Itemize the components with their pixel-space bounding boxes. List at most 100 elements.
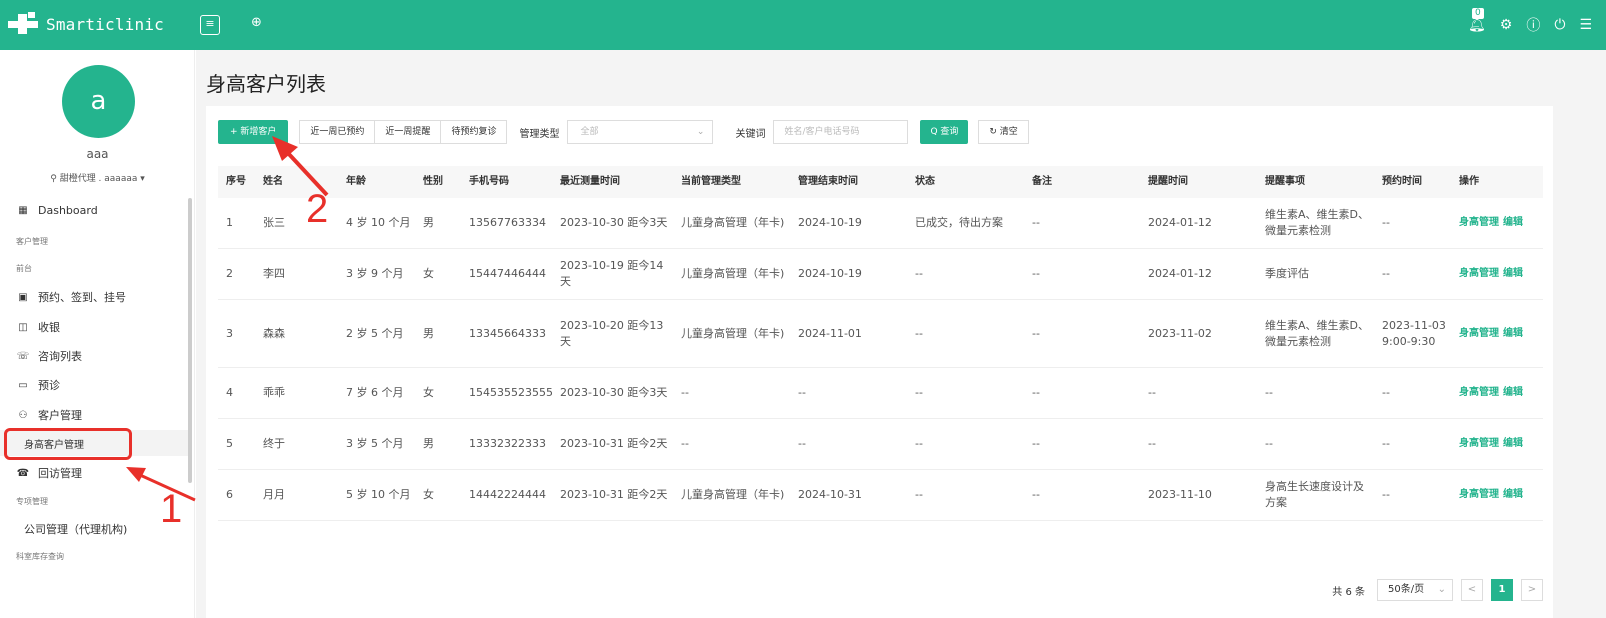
table-cell: 4 (226, 386, 233, 399)
column-header: 操作 (1459, 176, 1479, 187)
edit-link[interactable]: 编辑 (1503, 215, 1523, 231)
help-icon[interactable]: ⓘ (1526, 15, 1540, 35)
table-cell: -- (1382, 216, 1390, 229)
menu-toggle-icon[interactable]: ≡ (200, 15, 220, 35)
table-cell: 终于 (263, 437, 285, 450)
table-cell: 1 (226, 216, 233, 229)
table-cell: 2024-10-31 (798, 488, 862, 501)
table-cell: -- (681, 437, 689, 450)
gear-icon[interactable]: ⚙ (1500, 17, 1513, 33)
sidebar-item-appointment[interactable]: ▣ 预约、签到、挂号 (16, 289, 126, 305)
table-cell: 2 岁 5 个月 (346, 326, 404, 340)
height-manage-link[interactable]: 身高管理 (1459, 266, 1499, 282)
filter-week-booked[interactable]: 近一周已预约 (299, 120, 376, 144)
table-cell: 14442224444 (469, 488, 546, 501)
table-cell: -- (1032, 326, 1040, 340)
table-cell: 儿童身高管理（年卡) (681, 488, 785, 501)
app-name: Smarticlinic (46, 14, 164, 34)
page-title: 身高客户列表 (206, 72, 326, 96)
table-row: 4 乖乖 7 岁 6 个月女 154535523555 2023-10-30 距今3天 -… (218, 368, 1543, 419)
table-cell: -- (1032, 386, 1040, 399)
height-manage-link[interactable]: 身高管理 (1459, 326, 1499, 342)
sidebar-item-customers[interactable]: ⚇ 客户管理 (16, 407, 82, 423)
table-cell: -- (798, 437, 806, 450)
column-header: 预约时间 (1382, 176, 1422, 187)
table-cell: 6 (226, 488, 233, 501)
table-cell: 15447446444 (469, 267, 546, 280)
table-cell: 已成交，待出方案 (915, 216, 1003, 229)
filter-pending-revisit[interactable]: 待预约复诊 (440, 120, 508, 144)
table-row: 6 月月 5 岁 10 个月女 14442224444 2023-10-31 距今2天儿… (218, 470, 1543, 521)
height-manage-link[interactable]: 身高管理 (1459, 487, 1499, 503)
keyword-input[interactable]: 姓名/客户电话号码 (773, 120, 909, 144)
list-icon[interactable]: ☰ (1579, 17, 1592, 33)
table-cell: 13567763334 (469, 216, 546, 229)
edit-link[interactable]: 编辑 (1503, 266, 1523, 282)
sidebar-item-cashier[interactable]: ◫ 收银 (16, 319, 60, 335)
search-button[interactable]: Q 查询 (920, 120, 969, 144)
height-manage-link[interactable]: 身高管理 (1459, 385, 1499, 401)
edit-link[interactable]: 编辑 (1503, 385, 1523, 401)
table-cell: 男 (423, 326, 434, 340)
grid-icon: ▦ (18, 205, 28, 216)
total-count: 共 6 条 (1332, 586, 1365, 598)
add-customer-button[interactable]: + 新增客户 (218, 120, 289, 144)
filter-week-reminder[interactable]: 近一周提醒 (374, 120, 442, 144)
sidebar-item-company[interactable]: 公司管理（代理机构) (24, 521, 127, 537)
height-manage-link[interactable]: 身高管理 (1459, 436, 1499, 452)
edit-link[interactable]: 编辑 (1503, 326, 1523, 342)
table-cell: -- (798, 386, 806, 399)
next-page-button[interactable]: > (1521, 579, 1543, 601)
sidebar-item-prediagnosis[interactable]: ▭ 预诊 (16, 377, 60, 393)
table-cell: 2023-11-03 9:00-9:30 (1382, 318, 1446, 348)
caret-down-icon: ▾ (140, 174, 145, 184)
content-card: + 新增客户 近一周已预约 近一周提醒 待预约复诊 管理类型 全部 ⌄ 关键词 … (206, 106, 1553, 618)
page-size-select[interactable]: 50条/页 ⌄ (1377, 579, 1453, 601)
prev-page-button[interactable]: < (1461, 579, 1483, 601)
mgmt-type-select[interactable]: 全部 ⌄ (567, 120, 714, 144)
clear-button[interactable]: ↻ 清空 (978, 120, 1029, 144)
avatar[interactable]: a (62, 65, 135, 138)
logo[interactable]: Smarticlinic (8, 12, 164, 36)
table-cell: -- (1382, 267, 1390, 280)
table-cell: 2023-10-31 距今2天 (560, 488, 668, 501)
toolbar: + 新增客户 近一周已预约 近一周提醒 待预约复诊 管理类型 全部 ⌄ 关键词 … (218, 120, 1029, 144)
table-cell: 5 (226, 437, 233, 450)
cash-icon: ◫ (18, 321, 28, 333)
table-cell: -- (915, 326, 923, 340)
user-name: aaa (86, 147, 109, 161)
pin-icon: ⚲ (50, 174, 57, 184)
sidebar-section-special: 专项管理 (16, 497, 48, 506)
table-cell: 男 (423, 437, 434, 450)
annotation-step-2: 2 (306, 187, 329, 231)
table-cell: -- (915, 267, 923, 280)
table-cell: 7 岁 6 个月 (346, 386, 404, 399)
target-icon[interactable]: ⊕ (251, 15, 262, 30)
column-header: 备注 (1032, 176, 1052, 187)
table-cell: 2024-01-12 (1148, 216, 1212, 229)
table-cell: -- (1032, 216, 1040, 229)
table-cell: 2 (226, 267, 233, 280)
table-cell: -- (1032, 267, 1040, 280)
column-header: 提醒事项 (1265, 176, 1305, 187)
table-cell: 男 (423, 216, 434, 229)
bell-icon[interactable]: 🔔︎ 0 (1468, 8, 1486, 33)
row-actions: 身高管理 编辑 (1459, 368, 1543, 418)
table-cell: 女 (423, 267, 434, 280)
table-cell: -- (1032, 437, 1040, 450)
sidebar-item-followup[interactable]: ☎ 回访管理 (16, 465, 82, 481)
height-manage-link[interactable]: 身高管理 (1459, 215, 1499, 231)
edit-link[interactable]: 编辑 (1503, 436, 1523, 452)
table-header: 序号 姓名 年龄 性别 手机号码 最近测量时间 当前管理类型 管理结束时间 状态 备注 提醒时间 提醒… (218, 166, 1543, 198)
mgmt-type-label: 管理类型 (519, 128, 560, 140)
current-page-button[interactable]: 1 (1491, 579, 1513, 601)
sidebar-item-dashboard[interactable]: ▦ Dashboard (16, 204, 97, 217)
table-cell: -- (1148, 437, 1156, 450)
user-location[interactable]: ⚲ 甜橙代理 . aaaaaa ▾ (0, 171, 195, 184)
sidebar-item-consult[interactable]: ☏ 咨询列表 (16, 348, 82, 364)
edit-link[interactable]: 编辑 (1503, 487, 1523, 503)
main-content: 身高客户列表 + 新增客户 近一周已预约 近一周提醒 待预约复诊 管理类型 全部… (196, 50, 1606, 618)
power-icon[interactable]: ⏻ (1554, 17, 1565, 33)
sidebar-scrollbar[interactable] (188, 198, 192, 483)
table-cell: 4 岁 10 个月 (346, 216, 411, 229)
